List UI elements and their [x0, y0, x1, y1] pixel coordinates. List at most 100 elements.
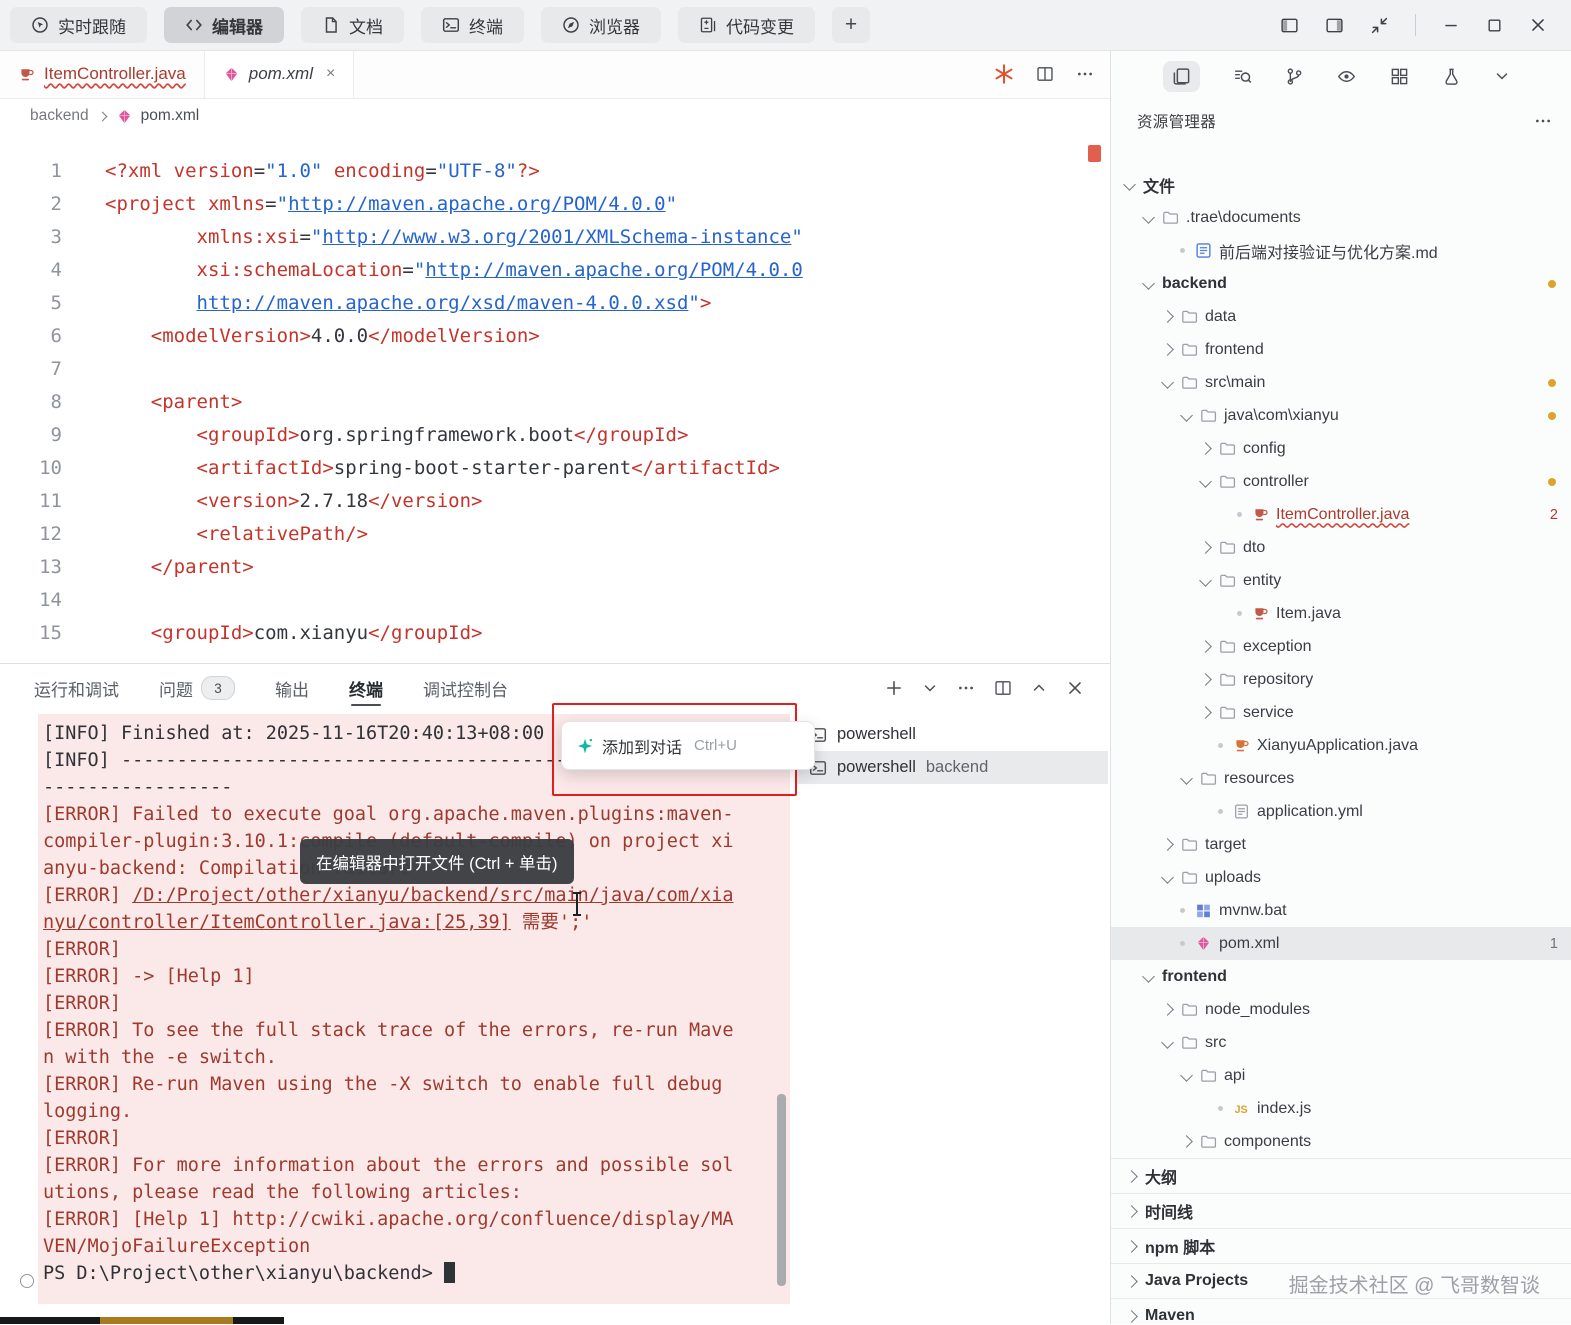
tree-item[interactable]: src — [1111, 1026, 1571, 1059]
titlebar-tab-follow[interactable]: 实时跟随 — [10, 7, 147, 43]
panel-tab[interactable]: 输出 — [275, 664, 309, 712]
chevron-down-button[interactable] — [922, 680, 938, 696]
tree-item[interactable]: resources — [1111, 762, 1571, 795]
tree-item[interactable]: components — [1111, 1125, 1571, 1158]
titlebar-tab-editor[interactable]: 编辑器 — [164, 7, 284, 43]
terminal-list-item[interactable]: powershell — [797, 718, 1108, 751]
close-button[interactable] — [1066, 679, 1084, 697]
file-dot — [1180, 248, 1185, 253]
layout-left-button[interactable] — [1280, 16, 1299, 35]
tree-item[interactable]: frontend — [1111, 333, 1571, 366]
titlebar-tab-changes[interactable]: 代码变更 — [678, 7, 815, 43]
titlebar-tab-docs[interactable]: 文档 — [301, 7, 404, 43]
tree-item[interactable]: exception — [1111, 630, 1571, 663]
tree-item[interactable]: api — [1111, 1059, 1571, 1092]
tree-item[interactable]: Item.java — [1111, 597, 1571, 630]
titlebar-tab-terminal[interactable]: 终端 — [421, 7, 524, 43]
tree-item[interactable]: src\main — [1111, 366, 1571, 399]
folder-icon — [1219, 671, 1236, 688]
tree-item[interactable]: entity — [1111, 564, 1571, 597]
tree-item[interactable]: data — [1111, 300, 1571, 333]
chevron-down-icon — [1142, 277, 1155, 290]
tree-item[interactable]: dto — [1111, 531, 1571, 564]
panel-tab[interactable]: 终端 — [349, 664, 383, 712]
tree-item[interactable]: frontend — [1111, 960, 1571, 993]
maximize-button[interactable] — [1486, 17, 1503, 34]
plus-button[interactable] — [885, 679, 903, 697]
sidebar-section[interactable]: Maven — [1111, 1298, 1571, 1324]
error-file-link[interactable]: /D:/Project/other/xianyu/backend/src/mai… — [43, 885, 734, 933]
chevron-up-button[interactable] — [1031, 680, 1047, 696]
tree-item[interactable]: repository — [1111, 663, 1571, 696]
tree-item[interactable]: uploads — [1111, 861, 1571, 894]
close-button[interactable] — [1529, 16, 1547, 34]
code-link[interactable]: http://www.w3.org/2001/XMLSchema-instanc… — [322, 226, 791, 248]
sidebar-section[interactable]: 大纲 — [1111, 1158, 1571, 1193]
terminal-scrollbar[interactable] — [777, 1094, 786, 1286]
more-icon[interactable] — [1534, 112, 1552, 130]
panel-tab[interactable]: 运行和调试 — [34, 664, 119, 712]
tree-item[interactable]: target — [1111, 828, 1571, 861]
new-workspace-tab-button[interactable]: + — [832, 7, 870, 43]
debug-button[interactable] — [1337, 67, 1356, 86]
md-icon — [1195, 242, 1212, 259]
editor-area: ItemController.java pom.xml × backend pom.… — [0, 50, 1110, 663]
shrink-button[interactable] — [1370, 16, 1389, 35]
files-button[interactable] — [1163, 60, 1200, 92]
minimize-button[interactable] — [1442, 16, 1460, 34]
panel-tab[interactable]: 问题 3 — [159, 664, 235, 712]
code-link[interactable]: http://maven.apache.org/xsd/maven-4.0.0.… — [197, 292, 689, 314]
tree-item[interactable]: controller — [1111, 465, 1571, 498]
tree-item[interactable]: application.yml — [1111, 795, 1571, 828]
chevron-down-button[interactable] — [1494, 68, 1510, 84]
search-button[interactable] — [1233, 67, 1252, 86]
add-to-chat-button[interactable]: 添加到对话 Ctrl+U — [561, 721, 815, 770]
tree-item[interactable]: java\com\xianyu — [1111, 399, 1571, 432]
tree-item[interactable]: XianyuApplication.java — [1111, 729, 1571, 762]
breadcrumb-file[interactable]: pom.xml — [141, 107, 200, 125]
test-button[interactable] — [1442, 67, 1461, 86]
titlebar-tab-label: 实时跟随 — [58, 17, 126, 37]
terminal-output[interactable]: [INFO] Finished at: 2025-11-16T20:40:13+… — [38, 714, 790, 1304]
sidebar-section[interactable]: npm 脚本 — [1111, 1228, 1571, 1263]
more-button[interactable] — [1076, 65, 1094, 83]
breadcrumb-folder[interactable]: backend — [30, 107, 89, 125]
tree-item[interactable]: 前后端对接验证与优化方案.md — [1111, 234, 1571, 267]
code-link[interactable]: http://maven.apache.org/POM/4.0.0 — [425, 259, 803, 281]
titlebar-tab-browser[interactable]: 浏览器 — [541, 7, 661, 43]
extensions-button[interactable] — [1390, 67, 1409, 86]
layout-right-button[interactable] — [1325, 16, 1344, 35]
more-button[interactable] — [957, 679, 975, 697]
tree-item[interactable]: config — [1111, 432, 1571, 465]
code-line: 10 <artifactId>spring-boot-starter-paren… — [0, 452, 1110, 485]
panel-tab[interactable]: 调试控制台 — [423, 664, 508, 712]
panel-tab-label: 输出 — [275, 680, 309, 700]
tree-item-label: backend — [1162, 274, 1227, 292]
tree-item[interactable]: .trae\documents — [1111, 201, 1571, 234]
tree-item[interactable]: backend — [1111, 267, 1571, 300]
editor-tab-item-controller[interactable]: ItemController.java — [0, 50, 205, 98]
git-branch-button[interactable] — [1285, 67, 1304, 86]
editor-tab-pom[interactable]: pom.xml × — [204, 50, 355, 98]
tree-item[interactable]: mvnw.bat — [1111, 894, 1571, 927]
tree-item[interactable]: node_modules — [1111, 993, 1571, 1026]
split-editor-button[interactable] — [994, 679, 1012, 697]
tree-item[interactable]: pom.xml 1 — [1111, 927, 1571, 960]
plus-icon — [885, 679, 903, 697]
folder-icon — [1219, 440, 1236, 457]
split-editor-button[interactable] — [1036, 65, 1054, 83]
tree-item[interactable]: service — [1111, 696, 1571, 729]
tree-item[interactable]: JS index.js — [1111, 1092, 1571, 1125]
terminal-list-item[interactable]: powershell backend — [797, 751, 1108, 784]
tree-item[interactable]: ItemController.java 2 — [1111, 498, 1571, 531]
close-icon[interactable]: × — [326, 65, 335, 83]
code-editor[interactable]: 1 <?xml version="1.0" encoding="UTF-8"?> 2… — [0, 133, 1110, 686]
sidebar-section[interactable]: 时间线 — [1111, 1193, 1571, 1228]
ai-asterisk-button[interactable] — [994, 64, 1014, 84]
maximize-icon — [1486, 17, 1503, 34]
file-tree: 文件 .trae\documents 前后端对接验证与优化方案.md backend d… — [1111, 168, 1571, 1324]
code-link[interactable]: http://maven.apache.org/POM/4.0.0 — [288, 193, 666, 215]
scrollbar-error-marker — [1088, 145, 1101, 162]
editor-tabs: ItemController.java pom.xml × — [0, 50, 355, 98]
tree-item[interactable]: 文件 — [1111, 168, 1571, 201]
